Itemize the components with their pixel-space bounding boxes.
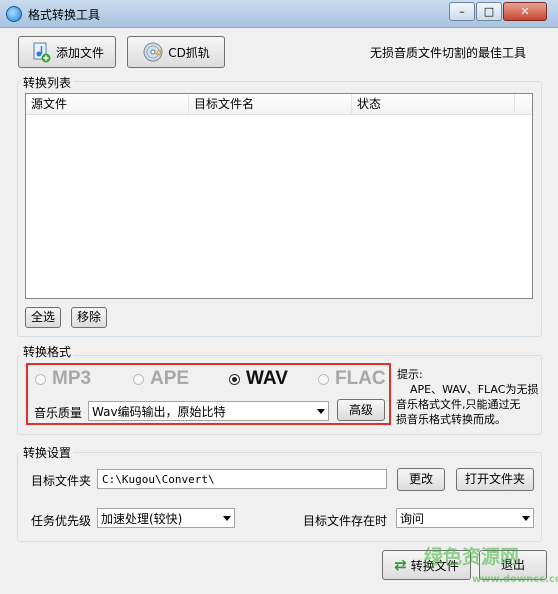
convert-settings-group [17,452,542,542]
change-folder-button[interactable]: 更改 [397,468,445,491]
target-folder-input[interactable]: C:\Kugou\Convert\ [97,469,387,489]
watermark-url: www.downcc.com [472,574,558,585]
convert-list-group-label: 转换列表 [20,74,75,91]
chevron-down-icon [317,409,325,414]
watermark-text: 绿色资源网 [424,546,520,568]
window-title: 格式转换工具 [28,8,101,22]
maximize-button[interactable]: □ [476,2,502,21]
list-header: 源文件 目标文件名 状态 [26,94,532,115]
radio-mp3[interactable] [35,373,46,385]
maximize-icon: □ [483,5,495,18]
close-button[interactable]: ✕ [503,2,547,21]
convert-settings-group-label: 转换设置 [20,444,75,461]
minimize-icon: – [459,5,465,18]
radio-flac[interactable] [318,373,329,385]
format-option-wav[interactable]: WAV [229,368,288,390]
remove-button[interactable]: 移除 [71,307,107,328]
hint-title: 提示: [397,368,423,381]
close-icon: ✕ [520,5,530,18]
add-file-icon [30,41,52,63]
cd-grab-label: CD抓轨 [168,45,210,60]
convert-format-group-label: 转换格式 [20,343,75,360]
exists-value: 询问 [400,511,425,526]
format-label-flac: FLAC [335,368,386,389]
format-option-ape[interactable]: APE [133,368,189,390]
column-status[interactable]: 状态 [352,94,515,114]
convert-icon: ⇄ [394,556,407,574]
target-folder-label: 目标文件夹 [31,474,92,488]
cd-grab-button[interactable]: CD抓轨 [127,36,225,68]
format-label-ape: APE [150,368,190,389]
cd-icon [142,41,164,63]
quality-label: 音乐质量 [34,406,83,420]
hint-line-3: 损音乐格式转换而成。 [396,413,506,426]
slogan-text: 无损音质文件切割的最佳工具 [370,46,527,60]
format-option-flac[interactable]: FLAC [318,368,386,390]
exists-label: 目标文件存在时 [303,514,388,528]
add-file-label: 添加文件 [55,45,104,60]
column-target-filename[interactable]: 目标文件名 [189,94,352,114]
quality-value: Wav编码输出，原始比特 [92,404,226,419]
priority-value: 加速处理(较快) [101,511,183,526]
priority-label: 任务优先级 [31,514,92,528]
convert-list-table[interactable]: 源文件 目标文件名 状态 [25,93,533,299]
format-label-mp3: MP3 [52,368,92,389]
priority-select[interactable]: 加速处理(较快) [97,508,235,528]
hint-line-1: APE、WAV、FLAC为无损 [410,383,539,396]
app-icon [6,6,22,22]
hint-line-2: 音乐格式文件,只能通过无 [396,398,521,411]
open-folder-button[interactable]: 打开文件夹 [456,468,534,491]
chevron-down-icon [522,516,530,521]
radio-ape[interactable] [133,373,144,385]
add-file-button[interactable]: 添加文件 [18,36,116,68]
select-all-button[interactable]: 全选 [25,307,61,328]
column-source-file[interactable]: 源文件 [26,94,189,114]
advanced-button[interactable]: 高级 [337,399,385,421]
exists-select[interactable]: 询问 [396,508,534,528]
format-label-wav: WAV [246,368,288,389]
quality-select[interactable]: Wav编码输出，原始比特 [88,401,329,421]
format-option-mp3[interactable]: MP3 [35,368,91,390]
radio-wav[interactable] [229,373,240,385]
chevron-down-icon [223,516,231,521]
minimize-button[interactable]: – [449,2,475,21]
